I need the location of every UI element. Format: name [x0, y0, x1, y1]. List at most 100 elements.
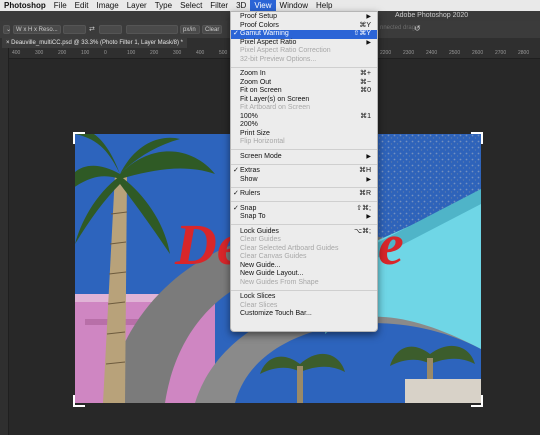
clear-label: Clear [205, 27, 220, 33]
menu-item-lock-guides[interactable]: Lock Guides ⌥⌘; [231, 228, 377, 237]
menu-item-fit-artboard-on-screen: Fit Artboard on Screen [231, 104, 377, 113]
reset-icon[interactable]: ↺ [414, 24, 421, 33]
menu-image[interactable]: Image [92, 0, 122, 11]
menu-item-shortcut: ⌘Y [359, 21, 371, 29]
menu-item-label: Snap To [240, 213, 266, 220]
menu-item-label: Flip Horizontal [240, 138, 285, 145]
clear-button[interactable]: Clear [202, 25, 222, 34]
resolution-input[interactable] [126, 25, 178, 34]
submenu-arrow-icon: ▶ [366, 153, 371, 160]
menu-photoshop[interactable]: Photoshop [0, 0, 50, 11]
content-aware-option: nnected draga [380, 25, 419, 31]
menu-item-pixel-aspect-ratio-correction: Pixel Aspect Ratio Correction [231, 47, 377, 56]
menu-item-zoom-in[interactable]: Zoom In ⌘+ [231, 70, 377, 79]
menu-file[interactable]: File [50, 0, 71, 11]
ruler-tick-label: 200 [58, 50, 67, 56]
menu-layer[interactable]: Layer [123, 0, 151, 11]
menu-item-label: Fit Layer(s) on Screen [240, 95, 310, 103]
menu-item-pixel-aspect-ratio[interactable]: Pixel Aspect Ratio ▶ [231, 39, 377, 48]
crop-handle-bottom-right[interactable] [471, 395, 483, 407]
menu-item-proof-colors[interactable]: Proof Colors ⌘Y [231, 22, 377, 31]
menu-item-clear-slices: Clear Slices [231, 302, 377, 311]
submenu-arrow-icon: ▶ [366, 176, 371, 183]
menu-item-label: New Guide Layout... [240, 270, 304, 277]
menu-select[interactable]: Select [176, 0, 206, 11]
menu-item-zoom-out[interactable]: Zoom Out ⌘− [231, 79, 377, 88]
crop-ratio-select[interactable]: W x H x Reso... ⌄ [13, 25, 61, 42]
ruler-tick-label: 300 [35, 50, 44, 56]
menu-item-proof-setup[interactable]: Proof Setup ▶ [231, 13, 377, 22]
swap-icon[interactable]: ⇄ [89, 25, 95, 33]
menu-type[interactable]: Type [151, 0, 176, 11]
menu-item-32-bit-preview-options: 32-bit Preview Options... [231, 56, 377, 65]
menu-separator [231, 224, 377, 225]
menu-item-extras[interactable]: ✓ Extras ⌘H [231, 167, 377, 176]
ruler-tick-label: 2600 [472, 50, 484, 56]
menu-item-label: Fit Artboard on Screen [240, 104, 311, 111]
menu-item-customize-touch-bar[interactable]: Customize Touch Bar... [231, 310, 377, 319]
menu-item-snap-to[interactable]: Snap To ▶ [231, 213, 377, 222]
crop-ratio-value: W x H x Reso... [16, 27, 58, 33]
crop-width-input[interactable] [63, 25, 86, 34]
menu-item-label: Zoom Out [240, 78, 272, 86]
menu-item-fit-on-screen[interactable]: Fit on Screen ⌘0 [231, 87, 377, 96]
document-tab-label: Deauville_multiCC.psd @ 33.3% (Photo Fil… [11, 40, 183, 46]
menu-item-label: 100% [240, 112, 258, 120]
document-tab[interactable]: × Deauville_multiCC.psd @ 33.3% (Photo F… [2, 38, 187, 48]
crop-handle-top-left[interactable] [73, 132, 85, 144]
menu-item-lock-slices[interactable]: Lock Slices [231, 293, 377, 302]
menu-3d[interactable]: 3D [232, 0, 250, 11]
tool-preset-picker[interactable]: ⌄ [3, 25, 11, 34]
ruler-tick-label: 100 [127, 50, 136, 56]
menu-item-print-size[interactable]: Print Size [231, 130, 377, 139]
menu-item-label: Pixel Aspect Ratio [240, 38, 297, 46]
menu-item-100[interactable]: 100% ⌘1 [231, 113, 377, 122]
crop-handle-bottom-left[interactable] [73, 395, 85, 407]
menu-item-label: 32-bit Preview Options... [240, 55, 317, 63]
menu-filter[interactable]: Filter [206, 0, 232, 11]
unit-value: px/in [183, 27, 196, 33]
vertical-ruler[interactable] [0, 48, 9, 435]
menu-item-new-guide[interactable]: New Guide... [231, 262, 377, 271]
menu-view[interactable]: View [250, 0, 276, 11]
menu-item-label: New Guides From Shape [240, 278, 319, 286]
ruler-tick-label: 500 [219, 50, 228, 56]
menu-item-new-guide-layout[interactable]: New Guide Layout... [231, 270, 377, 279]
menu-item-label: Fit on Screen [240, 87, 282, 94]
menu-item-shortcut: ⌘0 [360, 87, 371, 94]
crop-height-input[interactable] [99, 25, 122, 34]
menu-item-200[interactable]: 200% [231, 121, 377, 130]
ruler-tick-label: 400 [196, 50, 205, 56]
menu-item-label: Clear Guides [240, 236, 281, 243]
menu-item-shortcut: ⇧⌘; [356, 204, 371, 212]
menu-separator [231, 186, 377, 188]
menu-item-fit-layer-s-on-screen[interactable]: Fit Layer(s) on Screen [231, 96, 377, 105]
menu-item-flip-horizontal: Flip Horizontal [231, 138, 377, 147]
crop-handle-top-right[interactable] [471, 132, 483, 144]
unit-select[interactable]: px/in [180, 25, 200, 34]
menu-item-label: Print Size [240, 129, 270, 137]
checkmark-icon: ✓ [233, 167, 239, 174]
menu-item-snap[interactable]: ✓ Snap ⇧⌘; [231, 205, 377, 214]
menu-item-shortcut: ⌘+ [359, 70, 371, 77]
menu-window[interactable]: Window [276, 0, 312, 11]
menu-item-show[interactable]: Show ▶ [231, 176, 377, 185]
menu-item-label: Lock Guides [240, 227, 279, 235]
menu-separator [231, 201, 377, 202]
menu-item-gamut-warning[interactable]: ✓ Gamut Warning ⇧⌘Y [231, 30, 377, 39]
submenu-arrow-icon: ▶ [366, 39, 371, 46]
menu-item-screen-mode[interactable]: Screen Mode ▶ [231, 153, 377, 162]
menu-edit[interactable]: Edit [71, 0, 93, 11]
menu-separator [231, 149, 377, 150]
menu-separator [231, 163, 377, 165]
menu-help[interactable]: Help [312, 0, 336, 11]
menu-item-new-guides-from-shape: New Guides From Shape [231, 279, 377, 288]
menu-item-shortcut: ⌥⌘; [353, 227, 371, 235]
ruler-tick-label: 2800 [518, 50, 530, 56]
ruler-tick-label: 2700 [495, 50, 507, 56]
ruler-tick-label: 300 [173, 50, 182, 56]
checkmark-icon: ✓ [233, 30, 239, 37]
menu-item-clear-canvas-guides: Clear Canvas Guides [231, 253, 377, 262]
menu-item-label: Proof Setup [240, 13, 277, 20]
menu-item-rulers[interactable]: ✓ Rulers ⌘R [231, 190, 377, 199]
